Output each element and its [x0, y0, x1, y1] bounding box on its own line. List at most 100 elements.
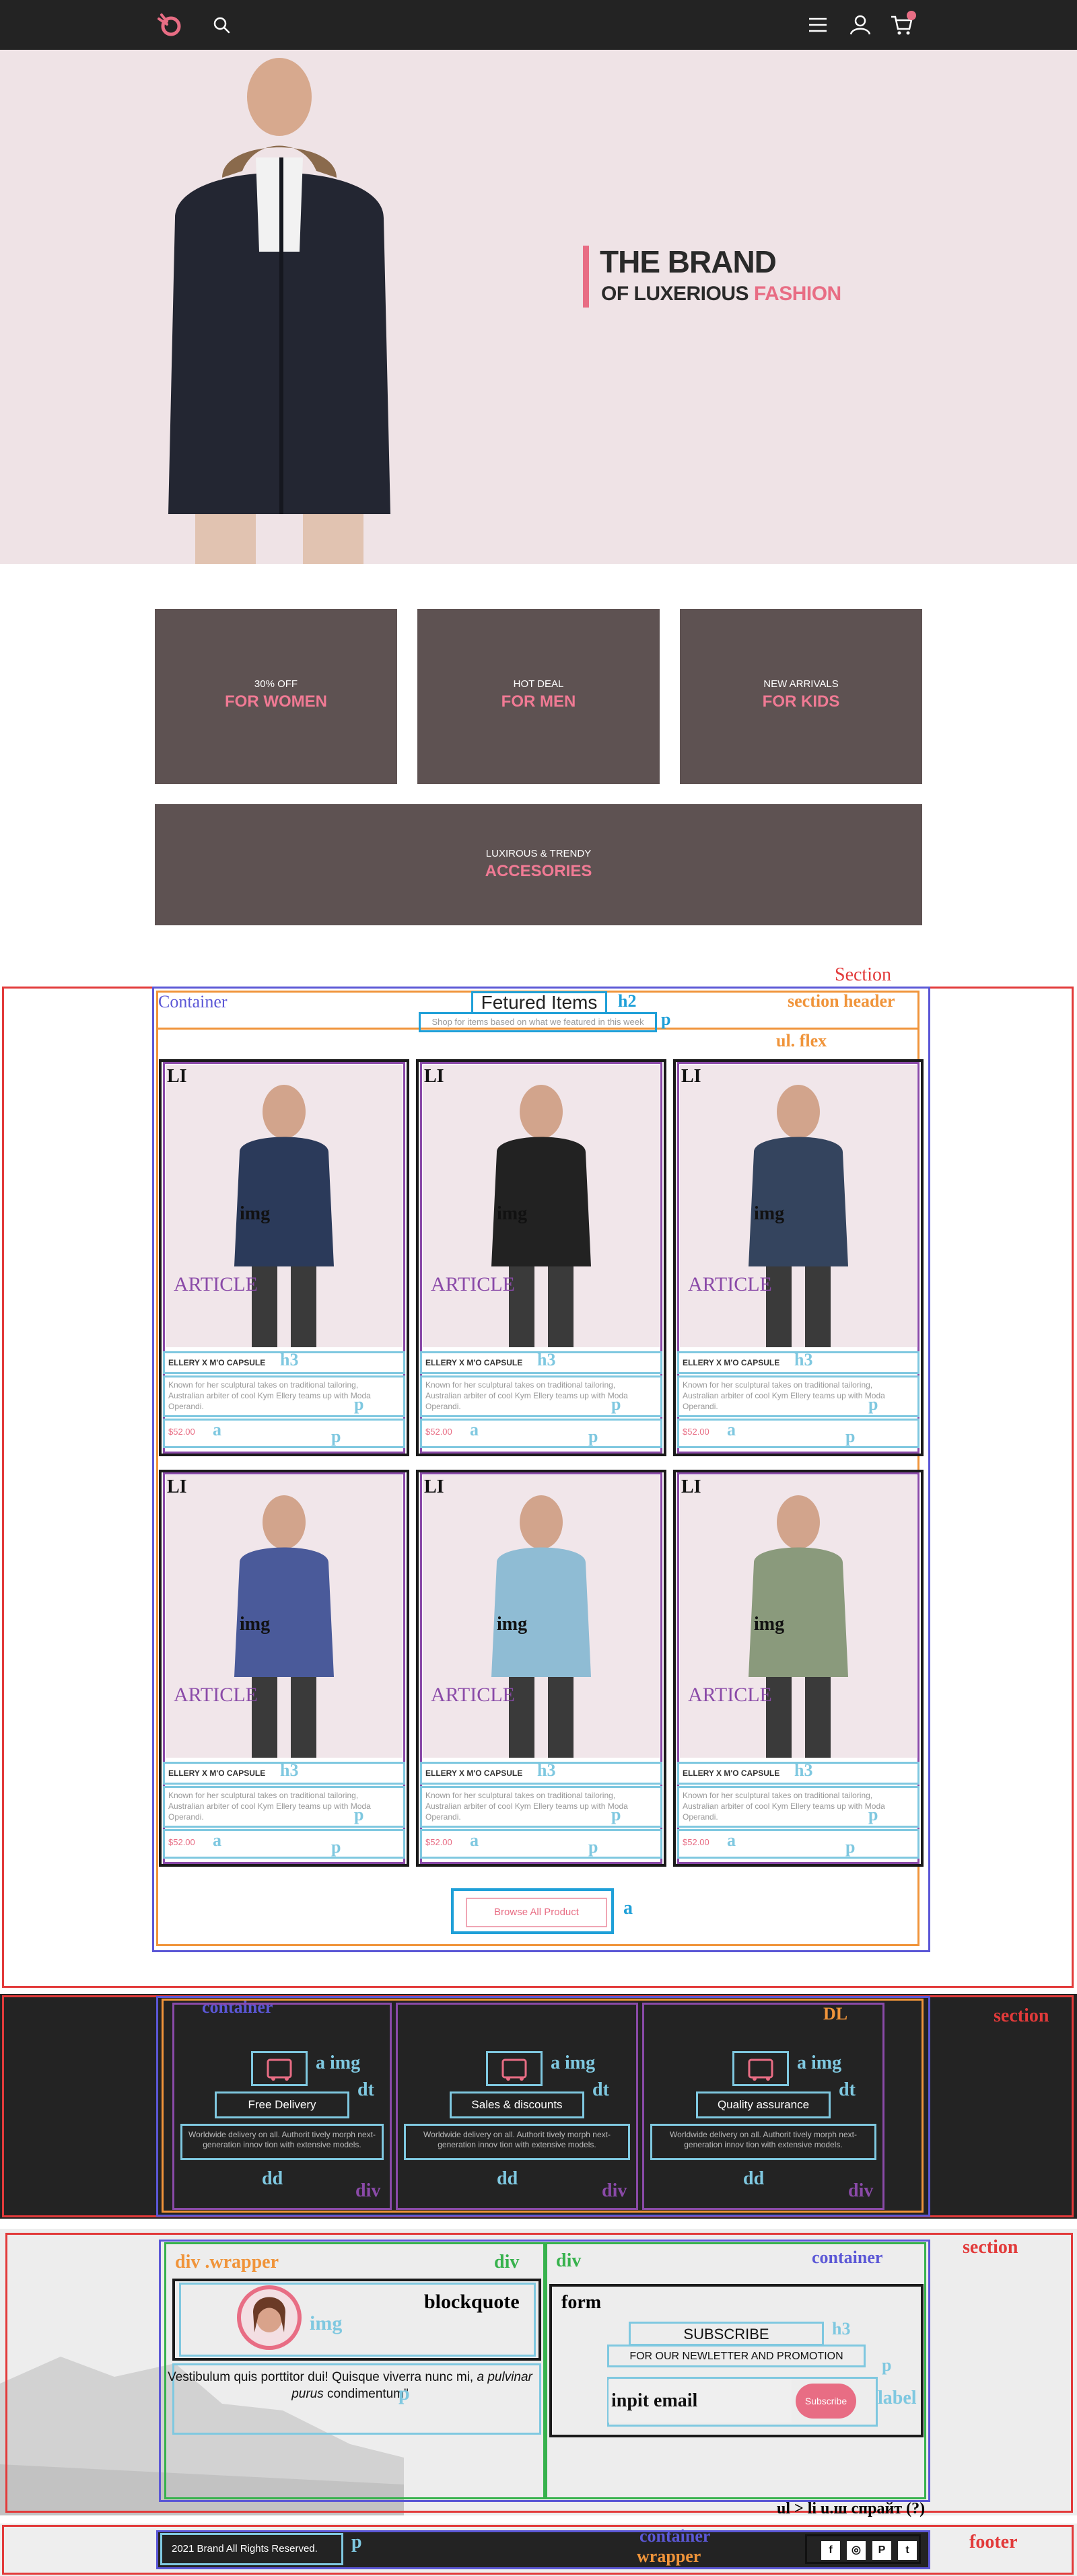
annotation-li: LI — [681, 1476, 701, 1497]
product-name: ELLERY X M'O CAPSULE — [683, 1358, 780, 1367]
social-icon[interactable]: P — [872, 2541, 891, 2560]
annotation-h3: h3 — [280, 1350, 299, 1369]
annotation-article: ARTICLE — [431, 1273, 515, 1295]
promo-accessories-small: LUXIROUS & TRENDY — [485, 848, 592, 859]
testimonial-avatar — [237, 2285, 302, 2350]
annotation-img: img — [754, 1614, 785, 1635]
cart-count-badge — [907, 11, 916, 20]
annotation-div: div — [848, 2180, 874, 2201]
annotation-dt: dt — [592, 2079, 609, 2100]
product-price[interactable]: $52.00 — [425, 1427, 452, 1437]
promo-women[interactable]: 30% OFF FOR WOMEN — [155, 609, 397, 784]
user-icon[interactable] — [847, 12, 873, 38]
crown-icon[interactable] — [732, 2051, 789, 2086]
annotation-a: a — [213, 1830, 221, 1850]
product-name: ELLERY X M'O CAPSULE — [425, 1768, 523, 1778]
annotation-p: p — [661, 1009, 671, 1029]
annotation-article: ARTICLE — [688, 1273, 772, 1295]
browse-all-button[interactable]: Browse All Product — [466, 1898, 607, 1927]
product-description: Known for her sculptural takes on tradit… — [168, 1791, 371, 1822]
annotation-article: ARTICLE — [688, 1684, 772, 1706]
annotation-a: a — [213, 1420, 221, 1439]
promo-men[interactable]: HOT DEAL FOR MEN — [417, 609, 660, 784]
product-price[interactable]: $52.00 — [168, 1837, 195, 1847]
annotation-newsletter-section: section — [963, 2237, 1018, 2258]
annotation-p-quote: p — [398, 2382, 410, 2404]
social-icon[interactable]: t — [898, 2541, 917, 2560]
annotation-section: Section — [835, 964, 891, 985]
annotation-img: img — [497, 1614, 528, 1635]
product-name: ELLERY X M'O CAPSULE — [168, 1358, 266, 1367]
hero-model-image — [148, 57, 411, 564]
product-description: Known for her sculptural takes on tradit… — [168, 1380, 371, 1411]
social-icon[interactable]: ◎ — [847, 2541, 866, 2560]
hero-banner: THE BRAND OF LUXERIOUS FASHION — [0, 50, 1077, 564]
annotation-p: p — [868, 1805, 878, 1824]
annotation-div: div — [602, 2180, 627, 2201]
product-description: Known for her sculptural takes on tradit… — [683, 1380, 885, 1411]
copyright-text: 2021 Brand All Rights Reserved. — [160, 2533, 343, 2565]
quote-text: Vestibulum quis porttitor dui! Quisque v… — [168, 2370, 532, 2401]
annotation-p: p — [354, 1394, 364, 1414]
annotation-h3: h3 — [794, 1760, 813, 1780]
promo-men-big: FOR MEN — [501, 692, 576, 711]
annotation-p: p — [611, 1805, 621, 1824]
annotation-footer-container: container — [639, 2526, 711, 2546]
product-image[interactable] — [423, 1065, 660, 1347]
annotation-footer-p: p — [351, 2532, 362, 2552]
percent-icon[interactable] — [486, 2051, 543, 2086]
truck-icon[interactable] — [251, 2051, 308, 2086]
annotation-ul-flex: ul. flex — [776, 1031, 827, 1050]
promo-kids[interactable]: NEW ARRIVALS FOR KIDS — [680, 609, 922, 784]
product-image[interactable] — [680, 1065, 917, 1347]
product-price[interactable]: $52.00 — [425, 1837, 452, 1847]
annotation-p-price: p — [331, 1837, 341, 1857]
feature-description: Worldwide delivery on all. Authorit tive… — [404, 2124, 630, 2160]
promo-kids-big: FOR KIDS — [762, 692, 840, 711]
product-price[interactable]: $52.00 — [683, 1837, 709, 1847]
product-name: ELLERY X M'O CAPSULE — [425, 1358, 523, 1367]
promo-men-small: HOT DEAL — [513, 678, 564, 690]
hamburger-menu-icon[interactable] — [805, 12, 831, 38]
annotation-p: p — [611, 1394, 621, 1414]
annotation-footer-wrapper: wrapper — [637, 2546, 701, 2566]
product-image[interactable] — [166, 1475, 403, 1758]
promo-kids-small: NEW ARRIVALS — [763, 678, 839, 690]
annotation-div-left: div — [494, 2252, 520, 2273]
annotation-a: a — [727, 1420, 736, 1439]
annotation-form: form — [561, 2292, 602, 2313]
hero-title: THE BRAND — [600, 244, 777, 279]
annotation-p: p — [354, 1805, 364, 1824]
search-icon[interactable] — [209, 12, 234, 38]
annotation-label: label — [878, 2388, 917, 2408]
featured-subtitle: Shop for items based on what we featured… — [419, 1012, 657, 1032]
annotation-h3: h3 — [280, 1760, 299, 1780]
brand-logo-icon[interactable] — [155, 12, 184, 39]
promo-women-small: 30% OFF — [254, 678, 298, 690]
product-image[interactable] — [423, 1475, 660, 1758]
annotation-ul-sprite: ul > li u.ш спрайт (?) — [777, 2500, 926, 2517]
product-description: Known for her sculptural takes on tradit… — [425, 1380, 628, 1411]
annotation-a-img: a img — [316, 2052, 361, 2073]
top-navbar — [0, 0, 1077, 50]
annotation-dd: dd — [497, 2168, 518, 2189]
subscribe-button[interactable]: Subscribe — [796, 2384, 856, 2419]
product-image[interactable] — [680, 1475, 917, 1758]
annotation-article: ARTICLE — [431, 1684, 515, 1706]
product-price-outline — [420, 1419, 662, 1448]
feature-description: Worldwide delivery on all. Authorit tive… — [180, 2124, 384, 2160]
product-price[interactable]: $52.00 — [683, 1427, 709, 1437]
annotation-dd: dd — [743, 2168, 765, 2189]
annotation-dt: dt — [357, 2079, 374, 2100]
annotation-div-right: div — [556, 2250, 582, 2271]
promo-accessories-big: ACCESORIES — [485, 862, 592, 880]
social-icon[interactable]: f — [821, 2541, 840, 2560]
annotation-li: LI — [424, 1476, 444, 1497]
product-price[interactable]: $52.00 — [168, 1427, 195, 1437]
promo-accessories[interactable]: LUXIROUS & TRENDY ACCESORIES — [155, 804, 922, 925]
product-image[interactable] — [166, 1065, 403, 1347]
annotation-footer: footer — [969, 2532, 1018, 2552]
annotation-li: LI — [167, 1066, 187, 1087]
hero-accent-bar — [583, 246, 589, 308]
annotation-features-section: section — [994, 2005, 1049, 2026]
